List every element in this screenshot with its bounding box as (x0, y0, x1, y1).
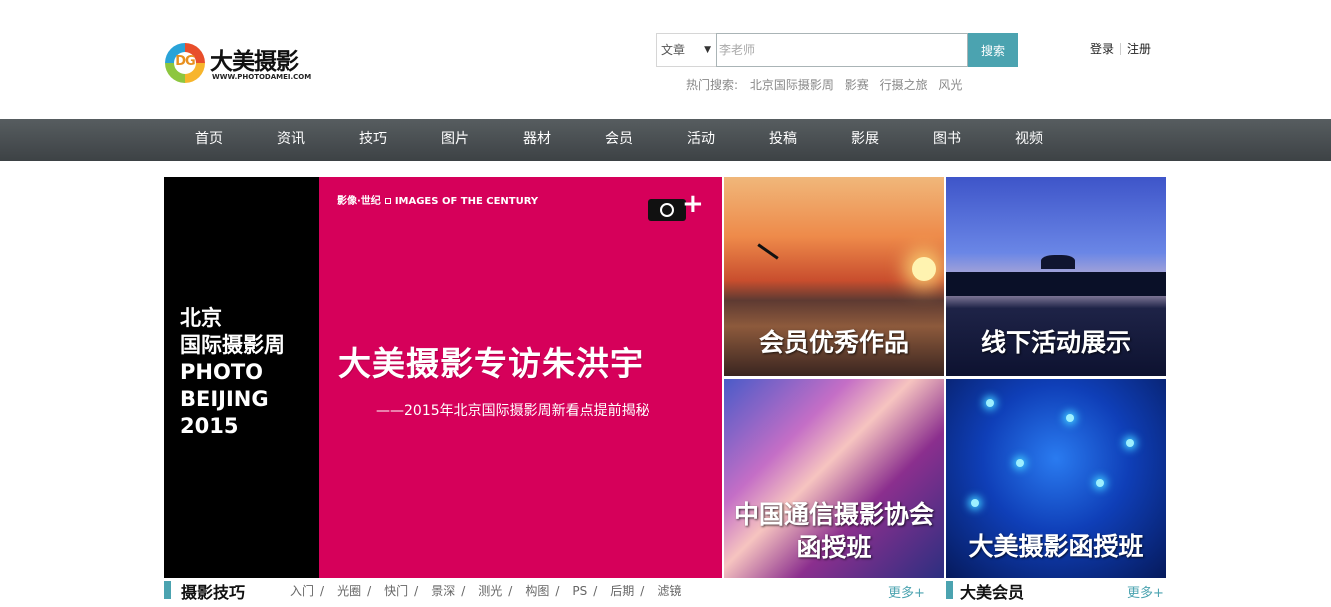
light-dot (1126, 439, 1134, 447)
bird-graphic (757, 243, 779, 260)
register-link[interactable]: 注册 (1127, 42, 1151, 56)
hero-banner[interactable]: 北京 国际摄影周 PHOTO BEIJING 2015 影像·世纪 IMAGES … (164, 177, 722, 578)
tag-separator: / (640, 584, 645, 598)
search-category-select[interactable]: 文章 ▼ (656, 33, 716, 67)
banner-title: 大美摄影专访朱洪宇 (338, 344, 644, 383)
section-header-tips: 摄影技巧 (164, 579, 284, 602)
nav-item-equipment[interactable]: 器材 (496, 119, 578, 161)
banner-side-line: PHOTO (180, 360, 263, 384)
nav-item-home[interactable]: 首页 (168, 119, 250, 161)
banner-tag: 影像·世纪 IMAGES OF THE CENTURY (337, 192, 538, 207)
user-links: 登录 注册 (1090, 40, 1151, 57)
light-dot (986, 399, 994, 407)
banner-side-line: 北京 (180, 306, 222, 330)
light-dot (1016, 459, 1024, 467)
tag-link[interactable]: PS (572, 584, 587, 598)
camera-icon (648, 199, 686, 221)
pagoda-graphic (1041, 255, 1075, 269)
tile-member-works[interactable]: 会员优秀作品 (724, 177, 944, 376)
nav-item-tips[interactable]: 技巧 (332, 119, 414, 161)
light-dot (1096, 479, 1104, 487)
nav-item-events[interactable]: 活动 (660, 119, 742, 161)
banner-tag-left: 影像·世纪 (337, 196, 381, 207)
tile-label: 函授班 (796, 533, 872, 562)
tile-label: 会员优秀作品 (758, 328, 909, 357)
nav-item-exhibitions[interactable]: 影展 (824, 119, 906, 161)
nav-item-pictures[interactable]: 图片 (414, 119, 496, 161)
tag-link[interactable]: 景深 (431, 584, 455, 598)
tag-link[interactable]: 构图 (525, 584, 549, 598)
sun-graphic (912, 257, 936, 281)
main-nav: 首页 资讯 技巧 图片 器材 会员 活动 投稿 影展 图书 视频 (0, 119, 1331, 161)
hot-search-term[interactable]: 行摄之旅 (880, 78, 928, 92)
light-dot (1066, 414, 1074, 422)
login-link[interactable]: 登录 (1090, 42, 1114, 56)
light-dot (971, 499, 979, 507)
search-button[interactable]: 搜索 (968, 33, 1018, 67)
section-header-members: 大美会员 (946, 579, 1066, 602)
nav-item-news[interactable]: 资讯 (250, 119, 332, 161)
tag-separator: / (593, 584, 598, 598)
section-title: 大美会员 (960, 583, 1025, 602)
tag-separator: / (461, 584, 466, 598)
tile-telecom-association-course[interactable]: 中国通信摄影协会 函授班 (724, 379, 944, 578)
tag-link[interactable]: 快门 (384, 584, 408, 598)
nav-item-books[interactable]: 图书 (906, 119, 988, 161)
logo-subtitle: WWW.PHOTODAMEI.COM (212, 73, 312, 81)
tile-offline-events[interactable]: 线下活动展示 (946, 177, 1166, 376)
section-title: 摄影技巧 (181, 583, 246, 602)
tile-label: 大美摄影函授班 (968, 532, 1144, 561)
nav-item-members[interactable]: 会员 (578, 119, 660, 161)
banner-tag-right: IMAGES OF THE CENTURY (394, 196, 539, 207)
banner-side-panel: 北京 国际摄影周 PHOTO BEIJING 2015 (164, 177, 319, 578)
tag-separator: / (555, 584, 560, 598)
tag-link[interactable]: 滤镜 (657, 584, 681, 598)
tag-separator: / (508, 584, 513, 598)
banner-side-line: 2015 (180, 414, 239, 438)
search-input[interactable] (716, 33, 968, 67)
hot-search: 热门搜索: 北京国际摄影周 影赛 行摄之旅 风光 (686, 76, 969, 93)
landscape-graphic (946, 272, 1166, 296)
section-accent-bar (946, 581, 953, 599)
search-bar: 文章 ▼ 搜索 (656, 33, 1018, 67)
banner-subtitle: ——2015年北京国际摄影周新看点提前揭秘 (376, 403, 650, 419)
logo-mark-text: DG (175, 54, 195, 69)
chevron-down-icon: ▼ (704, 45, 711, 55)
tag-link[interactable]: 光圈 (337, 584, 361, 598)
tips-more-link[interactable]: 更多+ (888, 582, 925, 601)
nav-item-video[interactable]: 视频 (988, 119, 1070, 161)
banner-side-line: BEIJING (180, 387, 269, 411)
search-category-value: 文章 (661, 43, 686, 57)
hot-search-term[interactable]: 影赛 (845, 78, 869, 92)
banner-side-text: 北京 国际摄影周 PHOTO BEIJING 2015 (180, 305, 285, 440)
tag-separator: / (320, 584, 325, 598)
banner-plus-mark: + (682, 189, 704, 219)
tile-label: 线下活动展示 (980, 328, 1131, 357)
section-accent-bar (164, 581, 171, 599)
site-logo[interactable]: DG 大美摄影 WWW.PHOTODAMEI.COM (165, 42, 312, 86)
tag-separator: / (367, 584, 372, 598)
banner-side-line: 国际摄影周 (180, 333, 285, 357)
tag-link[interactable]: 后期 (610, 584, 634, 598)
hot-search-term[interactable]: 北京国际摄影周 (750, 78, 834, 92)
tile-label: 中国通信摄影协会 (733, 500, 934, 529)
square-icon (384, 198, 391, 204)
tag-link[interactable]: 入门 (290, 584, 314, 598)
hot-search-term[interactable]: 风光 (938, 78, 962, 92)
tile-damei-course[interactable]: 大美摄影函授班 (946, 379, 1166, 578)
members-more-link[interactable]: 更多+ (1127, 582, 1164, 601)
divider (1120, 43, 1122, 55)
hot-search-label: 热门搜索: (686, 78, 739, 92)
tag-separator: / (414, 584, 419, 598)
tips-tag-list: 入门 / 光圈 / 快门 / 景深 / 测光 / 构图 / PS / 后期 / 滤镜 (290, 582, 681, 599)
logo-title: 大美摄影 (210, 49, 299, 75)
nav-item-submit[interactable]: 投稿 (742, 119, 824, 161)
tag-link[interactable]: 测光 (478, 584, 502, 598)
